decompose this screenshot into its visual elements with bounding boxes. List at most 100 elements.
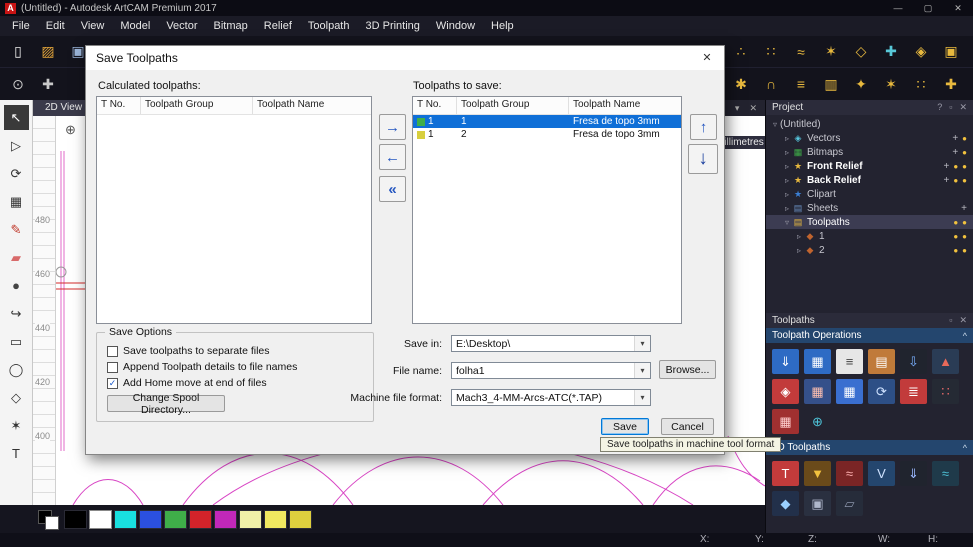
close-button[interactable]: ✕ (943, 0, 973, 16)
move-up-button[interactable]: ↑ (690, 114, 717, 140)
menu-view[interactable]: View (73, 16, 113, 36)
star-vector-icon[interactable]: ✶ (819, 40, 843, 64)
tree-item-untitled[interactable]: ▿ (Untitled) (766, 117, 973, 131)
column-header-toolpath-group[interactable]: Toolpath Group (457, 97, 569, 114)
checkbox-add-home-move-at-end-of-files[interactable]: ✓ Add Home move at end of files (107, 377, 267, 389)
simulate-toolpath-icon[interactable]: ▲ (932, 349, 959, 374)
tree-expand-icon[interactable]: ▿ (782, 218, 792, 227)
node-editing-icon[interactable]: ∴ (729, 40, 753, 64)
tree-item-toolpaths[interactable]: ▿ ▤ Toolpaths ● ● (766, 215, 973, 229)
smudge-tool[interactable]: ● (4, 273, 29, 298)
cancel-button[interactable]: Cancel (661, 418, 714, 435)
column-header-toolpath-name[interactable]: Toolpath Name (253, 97, 371, 114)
lightbulb-icon[interactable]: ● (953, 176, 958, 185)
vcarve-toolpath-icon[interactable]: V (868, 461, 895, 486)
palette-swatch-2[interactable] (114, 509, 137, 529)
column-header-t-no[interactable]: T No. (413, 97, 457, 114)
measure-icon[interactable]: ✚ (879, 40, 903, 64)
tile-toolpaths-icon[interactable]: ▦ (772, 409, 799, 434)
pin-icon[interactable]: ▫ (949, 102, 952, 113)
palette-swatch-0[interactable] (64, 509, 87, 529)
dialog-close-icon[interactable]: ✕ (690, 46, 724, 70)
collapse-icon[interactable]: ^ (963, 331, 967, 341)
checkbox-append-toolpath-details-to-file-names[interactable]: Append Toolpath details to file names (107, 361, 297, 373)
pin-icon[interactable]: ▫ (949, 315, 952, 326)
menu-3d-printing[interactable]: 3D Printing (357, 16, 427, 36)
array-copy-icon[interactable]: ∷ (909, 72, 933, 96)
column-header-toolpath-group[interactable]: Toolpath Group (141, 97, 253, 114)
tree-expand-icon[interactable]: ▹ (782, 134, 792, 143)
menu-edit[interactable]: Edit (38, 16, 73, 36)
combo-dropdown-icon[interactable]: ▾ (634, 390, 650, 405)
tree-item-sheets[interactable]: ▹ ▤ Sheets + (766, 201, 973, 215)
offset-vector-icon[interactable]: ≡ (789, 72, 813, 96)
feeds-speeds-icon[interactable]: ⇩ (900, 349, 927, 374)
panel-close-icon[interactable]: ✕ (959, 315, 967, 326)
checkbox-box[interactable] (107, 361, 118, 373)
toolpath-row-1[interactable]: 1 1 Fresa de topo 3mm (413, 115, 681, 128)
save-in-combo[interactable]: E:\Desktop\ ▾ (451, 335, 651, 352)
profile-toolpath-icon[interactable]: T (772, 461, 799, 486)
fillet-icon[interactable]: ∩ (759, 72, 783, 96)
toolpaths-to-save-list[interactable]: T No. Toolpath Group Toolpath Name 1 1 Fresa… (412, 96, 682, 324)
open-model-icon[interactable]: ▨ (36, 40, 60, 64)
lightbulb-icon[interactable]: ● (962, 148, 967, 157)
palette-swatch-1[interactable] (89, 509, 112, 529)
polygon-tool[interactable]: ◇ (4, 385, 29, 410)
pan-tool-icon[interactable]: ✚ (36, 72, 60, 96)
texture-toolpath-icon[interactable]: ≈ (932, 461, 959, 486)
lightbulb-icon[interactable]: ● (953, 218, 958, 227)
menu-bitmap[interactable]: Bitmap (206, 16, 256, 36)
move-all-back-button[interactable]: « (379, 176, 406, 202)
toolpath-row-2[interactable]: 1 2 Fresa de topo 3mm (413, 128, 681, 141)
toolpath-operations-header[interactable]: Toolpath Operations ^ (766, 328, 973, 343)
menu-vector[interactable]: Vector (158, 16, 205, 36)
combo-dropdown-icon[interactable]: ▾ (634, 363, 650, 378)
drill-bank-icon[interactable]: ⇓ (900, 461, 927, 486)
wrap-vectors-icon[interactable]: ✦ (849, 72, 873, 96)
smooth-curve-icon[interactable]: ≈ (789, 40, 813, 64)
primary-secondary-colors[interactable] (38, 509, 60, 530)
offset-tool[interactable]: ↪ (4, 301, 29, 326)
material-setup-icon[interactable]: ▦ (804, 379, 831, 404)
new-model-icon[interactable]: ▯ (6, 40, 30, 64)
tree-expand-icon[interactable]: ▹ (782, 190, 792, 199)
add-icon[interactable]: + (943, 175, 949, 186)
polyline-icon[interactable]: ◇ (849, 40, 873, 64)
profile-3d-icon[interactable]: ◆ (772, 491, 799, 516)
rectangle-tool[interactable]: ▭ (4, 329, 29, 354)
change-spool-directory-button[interactable]: Change Spool Directory... (107, 392, 225, 416)
node-edit-tool[interactable]: ▷ (4, 133, 29, 158)
star-tool[interactable]: ✶ (4, 413, 29, 438)
tree-item-2[interactable]: ▹ ◆ 2 ● ● (766, 243, 973, 257)
palette-swatch-8[interactable] (264, 509, 287, 529)
trim-vectors-icon[interactable]: ✱ (729, 72, 753, 96)
mirror-vectors-icon[interactable]: ▥ (819, 72, 843, 96)
tab-close-icon[interactable]: ✕ (749, 103, 757, 114)
transform-tool[interactable]: ⟳ (4, 161, 29, 186)
palette-swatch-3[interactable] (139, 509, 162, 529)
checkbox-save-toolpaths-to-separate-files[interactable]: Save toolpaths to separate files (107, 345, 270, 357)
menu-model[interactable]: Model (112, 16, 158, 36)
save-toolpaths-icon[interactable]: ⇓ (772, 349, 799, 374)
column-header-t-no[interactable]: T No. (97, 97, 141, 114)
palette-swatch-5[interactable] (189, 509, 212, 529)
minimize-button[interactable]: — (883, 0, 913, 16)
lightbulb-icon[interactable]: ● (953, 246, 958, 255)
rotate-block-icon[interactable]: ⟳ (868, 379, 895, 404)
group-vectors-icon[interactable]: ▣ (939, 40, 963, 64)
relief-machining-icon[interactable]: ▣ (804, 491, 831, 516)
tree-expand-icon[interactable]: ▹ (782, 162, 792, 171)
move-to-save-button[interactable]: → (379, 114, 406, 140)
menu-window[interactable]: Window (428, 16, 483, 36)
join-vectors-icon[interactable]: ✚ (939, 72, 963, 96)
collapse-icon[interactable]: ^ (963, 443, 967, 453)
menu-relief[interactable]: Relief (256, 16, 300, 36)
machine-file-format-combo[interactable]: Mach3_4-MM-Arcs-ATC(*.TAP) ▾ (451, 389, 651, 406)
dialog-titlebar[interactable]: Save Toolpaths ✕ (86, 46, 724, 70)
fluting-toolpath-icon[interactable]: ▱ (836, 491, 863, 516)
snap-icon[interactable]: ◈ (909, 40, 933, 64)
lightbulb-icon[interactable]: ● (953, 232, 958, 241)
nesting-icon[interactable]: ✶ (879, 72, 903, 96)
menu-toolpath[interactable]: Toolpath (300, 16, 358, 36)
